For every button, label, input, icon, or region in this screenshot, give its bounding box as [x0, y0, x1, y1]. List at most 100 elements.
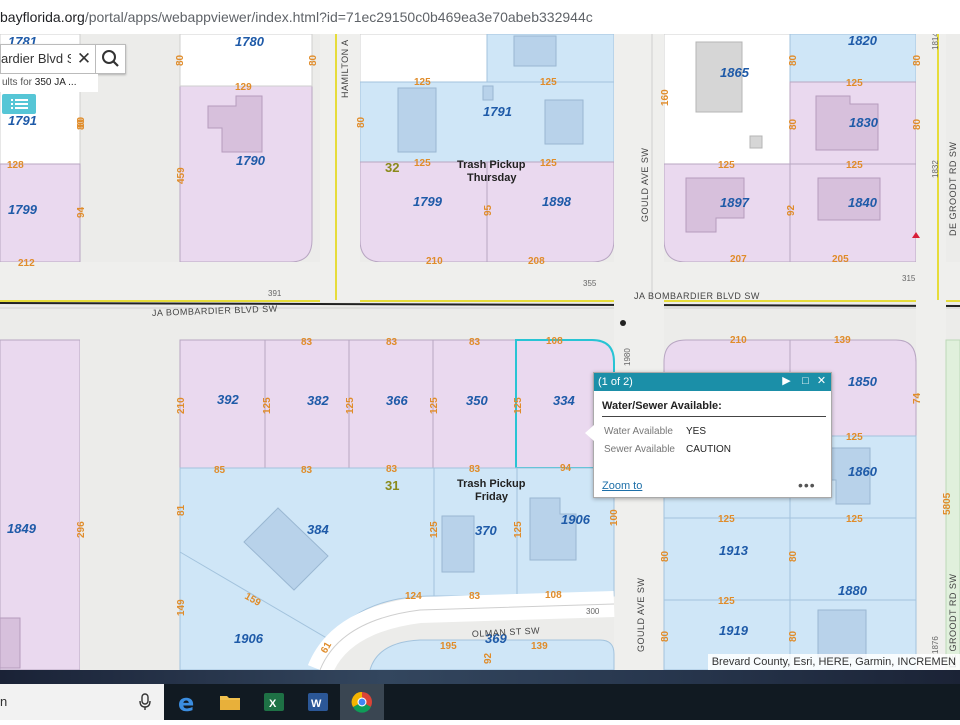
close-icon[interactable]: ✕ — [815, 375, 828, 388]
parcel-label: 1780 — [235, 34, 265, 49]
parcel-label: 1906 — [234, 631, 264, 646]
block-number: 31 — [385, 478, 399, 493]
map-view[interactable]: 1781 1780 1820 1865 1791 1791 1830 1790 … — [0, 34, 960, 670]
parcel-label: 1820 — [848, 34, 878, 48]
parcel-label: 1799 — [413, 194, 443, 209]
lot-dimension: 83 — [469, 337, 481, 348]
parcel-label: 1919 — [719, 623, 749, 638]
trash-pickup-day: Thursday — [467, 172, 517, 184]
parcel-label: 1898 — [542, 194, 572, 209]
road-surface — [0, 262, 960, 302]
search-input[interactable]: ardier Blvd SV — [1, 51, 71, 66]
list-icon — [11, 99, 28, 109]
lot-dimension: 80 — [660, 630, 671, 642]
lot-dimension: 83 — [386, 464, 398, 475]
svg-text:X: X — [269, 698, 277, 710]
parcel-label: 392 — [217, 392, 239, 407]
lot-dimension: 207 — [730, 254, 747, 265]
street-label: GOULD AVE SW — [640, 148, 650, 222]
svg-text:W: W — [311, 698, 322, 710]
results-prefix: ults for — [2, 77, 35, 88]
trash-pickup-label: Trash Pickup — [457, 159, 526, 171]
parcel-label: 350 — [466, 393, 488, 408]
lot-dimension: 125 — [540, 158, 557, 169]
road-surface — [80, 320, 180, 670]
lot-dimension: 80 — [788, 54, 799, 66]
parcel-label: 370 — [475, 523, 497, 538]
lot-dimension: 108 — [545, 590, 562, 601]
field-label: Sewer Available — [604, 444, 675, 455]
parcel-label: 1849 — [7, 521, 37, 536]
address-number: 1814 — [931, 34, 940, 50]
lot-dimension: 125 — [262, 397, 273, 414]
lot-dimension: 139 — [834, 335, 851, 346]
field-label: Water Available — [604, 426, 673, 437]
lot-dimension: 195 — [440, 641, 457, 652]
word-taskbar-button[interactable]: W — [296, 684, 340, 720]
maximize-icon[interactable]: □ — [799, 375, 812, 388]
trash-pickup-day: Friday — [475, 491, 509, 503]
search-results-hint[interactable]: ults for 350 JA ... — [0, 74, 98, 92]
field-value: YES — [686, 426, 707, 437]
lot-dimension: 139 — [531, 641, 548, 652]
excel-taskbar-button[interactable]: X — [252, 684, 296, 720]
popup-divider — [602, 416, 826, 417]
parcel-label: 1830 — [849, 115, 879, 130]
parcel-label: 1860 — [848, 464, 878, 479]
lot-dimension: 125 — [718, 514, 735, 525]
street-label: JA BOMBARDIER BLVD SW — [152, 304, 278, 318]
lot-dimension: 108 — [546, 336, 563, 347]
zoom-to-link[interactable]: Zoom to — [602, 480, 642, 492]
popup-field-row: Water Available YES — [604, 426, 706, 437]
street-label: JA BOMBARDIER BLVD SW — [634, 291, 760, 301]
lot-dimension: 94 — [76, 206, 87, 218]
building-footprint — [441, 515, 475, 573]
folder-icon — [220, 696, 240, 710]
lot-dimension: 125 — [429, 521, 440, 538]
lot-dimension: 125 — [345, 397, 356, 414]
lot-dimension: 80 — [76, 118, 87, 130]
browser-address-bar[interactable]: bayflorida.org/portal/apps/webappviewer/… — [0, 0, 960, 35]
address-number: 315 — [902, 274, 916, 283]
parcel-label: 1791 — [483, 104, 512, 119]
lot-dimension: 125 — [429, 397, 440, 414]
parcel-label: 1791 — [8, 113, 37, 128]
url-text[interactable]: bayflorida.org/portal/apps/webappviewer/… — [0, 9, 593, 25]
lot-dimension: 74 — [912, 392, 923, 404]
next-feature-icon[interactable]: ▶ — [780, 375, 793, 388]
building-footprint — [0, 617, 21, 669]
building-footprint — [397, 87, 437, 153]
lot-dimension: 149 — [176, 599, 187, 616]
lot-dimension: 80 — [912, 118, 923, 130]
parcel-label: 1906 — [561, 512, 591, 527]
lot-dimension: 208 — [528, 256, 545, 267]
file-explorer-taskbar-button[interactable] — [208, 684, 252, 720]
lot-dimension: 210 — [730, 335, 747, 346]
parcel-label: 1840 — [848, 195, 878, 210]
microphone-icon[interactable] — [138, 693, 152, 711]
address-number: 300 — [586, 607, 600, 616]
parcel-label: 1790 — [236, 153, 266, 168]
more-options-icon[interactable]: ••• — [798, 477, 816, 493]
feature-popup: (1 of 2) ▶ □ ✕ Water/Sewer Available: Wa… — [585, 372, 832, 498]
lot-dimension: 80 — [788, 630, 799, 642]
url-domain: bayflorida.org — [0, 9, 85, 25]
search-icon — [102, 50, 119, 67]
chrome-taskbar-button[interactable] — [340, 684, 384, 720]
street-label: HAMILTON A — [340, 39, 350, 98]
lot-dimension: 80 — [356, 116, 367, 128]
lot-dimension: 83 — [469, 464, 481, 475]
map-canvas[interactable]: 1781 1780 1820 1865 1791 1791 1830 1790 … — [0, 34, 960, 670]
search-button[interactable] — [95, 45, 126, 73]
street-label: GOULD AVE SW — [636, 578, 646, 652]
edge-taskbar-button[interactable]: e — [164, 684, 208, 720]
lot-dimension: 210 — [426, 256, 443, 267]
lot-dimension: 459 — [176, 167, 187, 184]
parcel-label: 334 — [553, 393, 575, 408]
street-label: DE GROODT RD SW — [948, 142, 958, 236]
lot-dimension: 83 — [386, 337, 398, 348]
lot-dimension: 85 — [214, 465, 226, 476]
layer-list-button[interactable] — [2, 94, 36, 114]
taskbar-search-box[interactable]: n — [0, 684, 164, 720]
clear-icon[interactable]: ✕ — [75, 48, 93, 70]
